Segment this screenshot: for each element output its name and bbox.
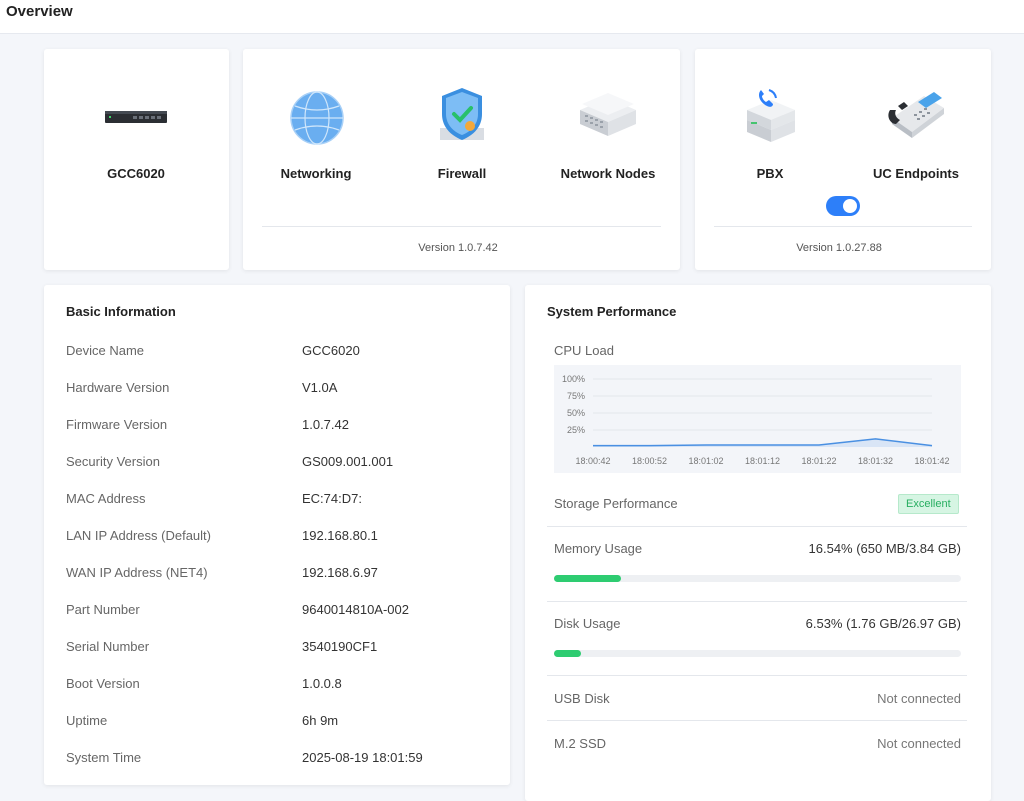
memory-usage-label: Memory Usage — [554, 541, 643, 556]
disk-usage-label: Disk Usage — [554, 616, 621, 631]
pbx-tile[interactable]: PBX — [710, 84, 830, 194]
cpu-chart-area: 100% 75% 50% 25% 18:00:42 18:00:52 18:01:02 18:… — [554, 365, 961, 473]
page-title: Overview — [6, 3, 73, 20]
info-value: 1.0.7.42 — [302, 417, 349, 432]
uc-endpoints-label: UC Endpoints — [873, 166, 959, 181]
m2-ssd-status: Not connected — [877, 736, 961, 751]
info-value: 192.168.80.1 — [302, 528, 378, 543]
info-value: V1.0A — [302, 380, 338, 395]
pbx-server-icon — [747, 89, 795, 142]
x-tick-label: 18:01:32 — [858, 456, 893, 466]
ip-phone-icon — [888, 92, 944, 138]
storage-performance-label: Storage Performance — [554, 496, 678, 511]
info-label: Uptime — [66, 713, 108, 728]
info-value: EC:74:D7: — [302, 491, 362, 506]
x-tick-label: 18:01:22 — [801, 456, 836, 466]
info-label: LAN IP Address (Default) — [66, 528, 211, 543]
row-divider — [547, 675, 967, 676]
uc-endpoints-tile[interactable]: UC Endpoints — [856, 84, 976, 194]
pbx-version: Version 1.0.27.88 — [796, 242, 882, 254]
x-tick-label: 18:01:12 — [745, 456, 780, 466]
memory-usage-bar-fill — [554, 575, 622, 582]
firewall-tile[interactable]: Firewall — [402, 84, 522, 194]
info-label: Hardware Version — [66, 380, 170, 395]
info-value: 1.0.0.8 — [302, 676, 342, 691]
networking-version: Version 1.0.7.42 — [418, 242, 498, 254]
cpu-load-label: CPU Load — [554, 343, 614, 358]
usb-disk-label: USB Disk — [554, 691, 610, 706]
y-tick-label: 50% — [567, 408, 585, 418]
pbx-label: PBX — [756, 166, 784, 181]
info-label: System Time — [66, 750, 142, 765]
memory-usage-bar — [554, 575, 961, 582]
networking-card: Networking Firewall Network Nodes Versio… — [243, 49, 680, 270]
card-divider — [714, 226, 972, 227]
row-divider — [547, 601, 967, 602]
disk-usage-bar-fill — [554, 650, 581, 657]
device-name-label: GCC6020 — [107, 166, 165, 181]
row-divider — [547, 526, 967, 527]
system-performance-card: System Performance CPU Load 100% 75% 50% 25… — [525, 285, 991, 801]
info-value: 3540190CF1 — [302, 639, 378, 654]
info-label: WAN IP Address (NET4) — [66, 565, 208, 580]
firewall-label: Firewall — [437, 166, 487, 181]
networking-label: Networking — [280, 166, 352, 181]
info-value: 6h 9m — [302, 713, 339, 728]
y-tick-label: 25% — [567, 425, 585, 435]
x-tick-label: 18:00:52 — [632, 456, 667, 466]
globe-icon — [290, 91, 344, 145]
usb-disk-status: Not connected — [877, 691, 961, 706]
info-label: Part Number — [66, 602, 140, 617]
info-label: Serial Number — [66, 639, 150, 654]
x-tick-label: 18:01:42 — [914, 456, 949, 466]
x-tick-label: 18:01:02 — [688, 456, 723, 466]
info-label: MAC Address — [66, 491, 146, 506]
storage-status-badge: Excellent — [898, 494, 959, 514]
shield-icon — [440, 88, 484, 140]
top-bar: Overview — [0, 0, 1024, 34]
pbx-enable-toggle[interactable] — [826, 196, 860, 216]
router-device-icon — [105, 111, 167, 123]
networking-tile[interactable]: Networking — [256, 84, 376, 194]
basic-info-title: Basic Information — [66, 304, 176, 319]
info-label: Device Name — [66, 343, 145, 358]
network-nodes-tile[interactable]: Network Nodes — [548, 84, 668, 194]
switch-stack-icon — [580, 93, 636, 136]
disk-usage-bar — [554, 650, 961, 657]
info-value: 2025-08-19 18:01:59 — [302, 750, 423, 765]
m2-ssd-label: M.2 SSD — [554, 736, 607, 751]
info-value: 9640014810A-002 — [302, 602, 409, 617]
network-nodes-label: Network Nodes — [560, 166, 656, 181]
y-tick-label: 100% — [562, 374, 585, 384]
info-label: Boot Version — [66, 676, 140, 691]
card-divider — [262, 226, 661, 227]
memory-usage-value: 16.54% (650 MB/3.84 GB) — [808, 541, 961, 556]
disk-usage-value: 6.53% (1.76 GB/26.97 GB) — [805, 616, 961, 631]
info-value: GCC6020 — [302, 343, 360, 358]
pbx-card: PBX UC Endpoints Version 1.0.27.88 — [695, 49, 991, 270]
info-label: Security Version — [66, 454, 160, 469]
x-tick-label: 18:00:42 — [575, 456, 610, 466]
device-card[interactable]: GCC6020 — [44, 49, 229, 270]
toggle-knob — [843, 199, 857, 213]
row-divider — [547, 720, 967, 721]
info-value: GS009.001.001 — [302, 454, 394, 469]
basic-information-card: Basic Information Device Name GCC6020 Hard… — [44, 285, 510, 785]
y-tick-label: 75% — [567, 391, 585, 401]
system-performance-title: System Performance — [547, 304, 677, 319]
cpu-load-chart: 100% 75% 50% 25% 18:00:42 18:00:52 18:01:02 18:… — [562, 374, 950, 466]
info-value: 192.168.6.97 — [302, 565, 378, 580]
info-label: Firmware Version — [66, 417, 168, 432]
